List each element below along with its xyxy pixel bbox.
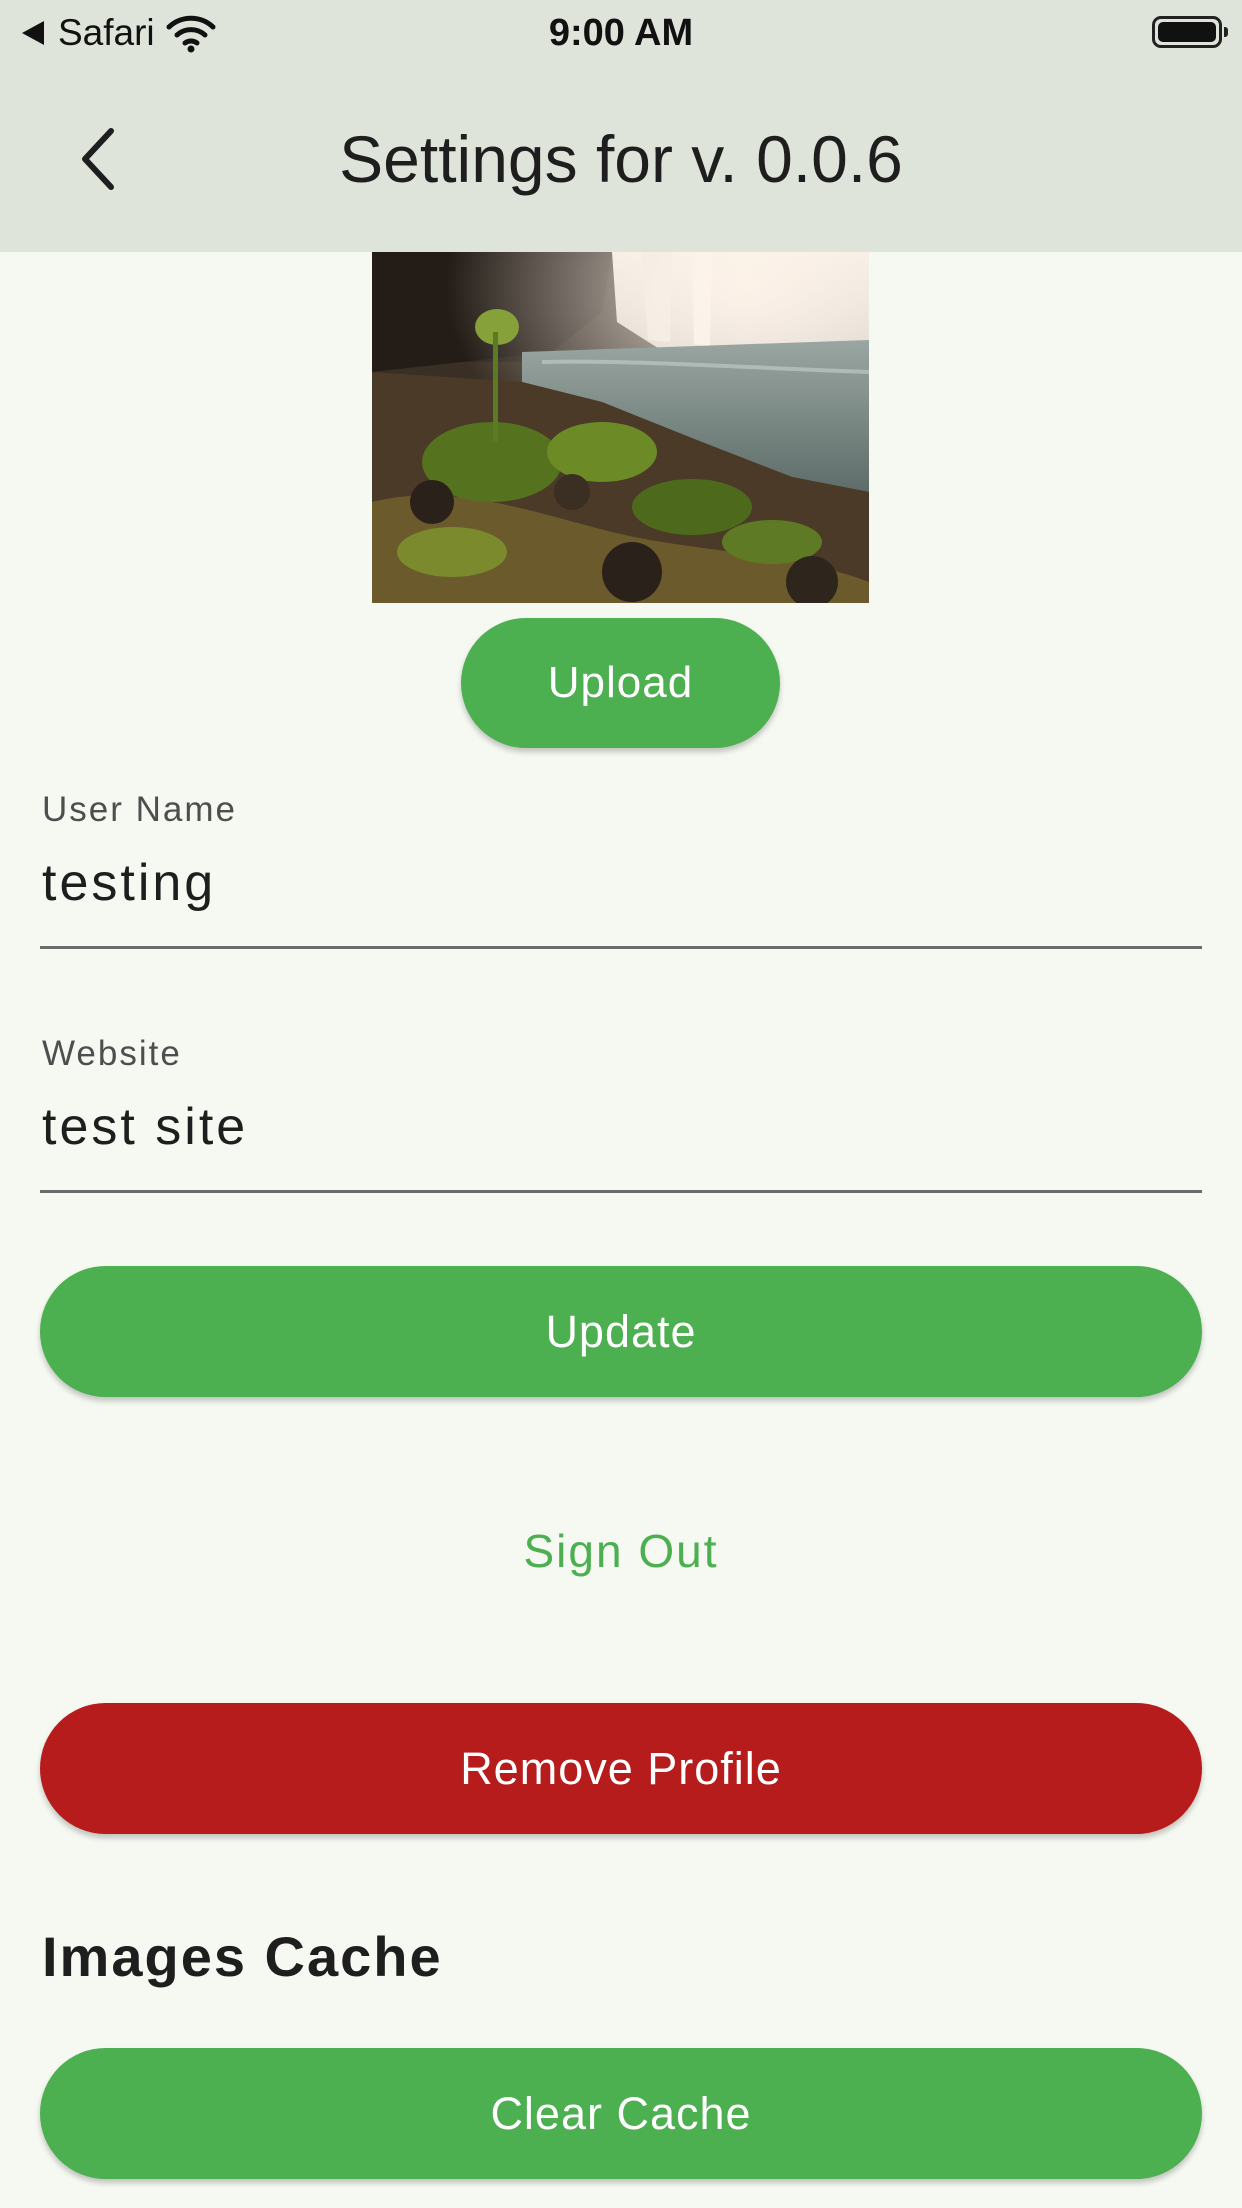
chevron-left-icon (82, 128, 114, 190)
images-cache-heading: Images Cache (42, 1925, 443, 1988)
battery-icon (1152, 16, 1228, 48)
status-bar: Safari 9:00 AM (0, 0, 1242, 66)
app-bar: Settings for v. 0.0.6 (0, 66, 1242, 252)
website-field[interactable] (42, 1092, 1192, 1162)
sign-out-button[interactable]: Sign Out (0, 1518, 1242, 1584)
username-underline (40, 946, 1202, 949)
website-label: Website (42, 1034, 182, 1073)
update-button[interactable]: Update (40, 1266, 1202, 1397)
page-title: Settings for v. 0.0.6 (339, 122, 903, 196)
remove-profile-button[interactable]: Remove Profile (40, 1703, 1202, 1834)
waterfall-photo (372, 252, 869, 603)
website-underline (40, 1190, 1202, 1193)
upload-button[interactable]: Upload (461, 618, 780, 748)
clear-cache-button[interactable]: Clear Cache (40, 2048, 1202, 2179)
username-label: User Name (42, 790, 237, 829)
back-button[interactable] (62, 121, 132, 197)
username-field[interactable] (42, 848, 1192, 918)
status-time: 9:00 AM (548, 12, 694, 54)
profile-image (372, 252, 869, 603)
